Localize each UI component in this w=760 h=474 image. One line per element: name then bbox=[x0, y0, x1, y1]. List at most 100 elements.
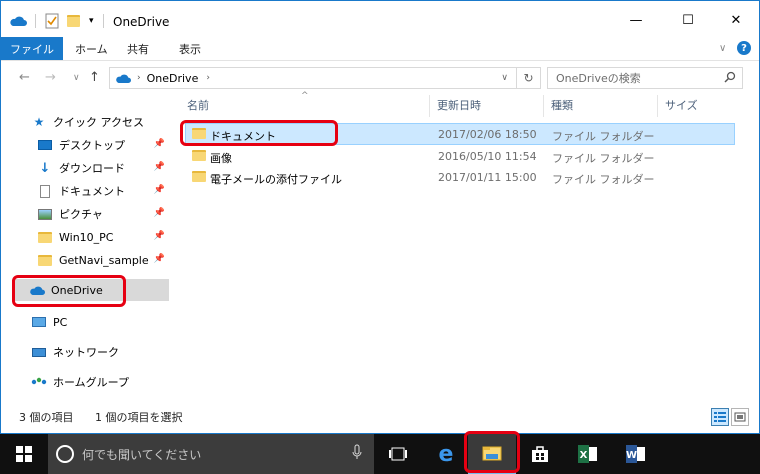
tab-file[interactable]: ファイル bbox=[1, 37, 63, 60]
nav-pinned-downloads[interactable]: ↓ ダウンロード 📌 bbox=[37, 157, 169, 179]
desktop-icon bbox=[37, 137, 53, 153]
help-icon[interactable]: ? bbox=[737, 41, 751, 55]
column-divider[interactable] bbox=[543, 95, 544, 117]
nav-homegroup[interactable]: ホームグループ bbox=[31, 371, 169, 393]
back-arrow-icon[interactable]: ← bbox=[19, 70, 30, 85]
start-button[interactable] bbox=[0, 434, 48, 474]
file-type: ファイル フォルダー bbox=[552, 152, 655, 165]
search-placeholder: OneDriveの検索 bbox=[556, 72, 641, 85]
nav-quick-access-label: クイック アクセス bbox=[53, 116, 144, 129]
tab-share[interactable]: 共有 bbox=[127, 37, 149, 60]
breadcrumb-separator-icon: › bbox=[137, 73, 141, 83]
column-divider[interactable] bbox=[429, 95, 430, 117]
pin-icon[interactable]: 📌 bbox=[154, 162, 165, 172]
nav-pinned-label: GetNavi_sample bbox=[59, 253, 149, 267]
table-row[interactable]: 画像 2016/05/10 11:54 ファイル フォルダー bbox=[185, 146, 735, 168]
column-header-type[interactable]: 種類 bbox=[551, 93, 573, 117]
nav-quick-access[interactable]: ★ クイック アクセス bbox=[31, 111, 169, 133]
excel-icon[interactable]: X bbox=[564, 434, 612, 474]
network-icon bbox=[31, 344, 47, 360]
onedrive-icon bbox=[9, 13, 27, 29]
maximize-button[interactable]: ☐ bbox=[665, 5, 711, 35]
address-history-dropdown-icon[interactable]: ∨ bbox=[501, 73, 508, 83]
svg-text:W: W bbox=[626, 450, 637, 461]
file-type: ファイル フォルダー bbox=[552, 130, 655, 143]
window-title: OneDrive bbox=[113, 15, 170, 29]
address-bar[interactable]: › OneDrive › ∨ bbox=[109, 67, 517, 89]
pin-icon[interactable]: 📌 bbox=[154, 208, 165, 218]
nav-pinned-pictures[interactable]: ピクチャ 📌 bbox=[37, 203, 169, 225]
star-icon: ★ bbox=[33, 115, 45, 129]
breadcrumb-separator-icon[interactable]: › bbox=[206, 73, 210, 83]
breadcrumb-onedrive[interactable]: OneDrive bbox=[147, 72, 199, 85]
svg-text:X: X bbox=[580, 450, 588, 461]
file-name: 画像 bbox=[210, 152, 232, 165]
tab-view[interactable]: 表示 bbox=[179, 37, 201, 60]
table-row[interactable]: 電子メールの添付ファイル 2017/01/11 15:00 ファイル フォルダー bbox=[185, 167, 735, 189]
file-modified: 2017/01/11 15:00 bbox=[438, 171, 537, 184]
nav-network-label: ネットワーク bbox=[53, 346, 119, 359]
file-type: ファイル フォルダー bbox=[552, 173, 655, 186]
sort-indicator-icon: ^ bbox=[301, 91, 309, 101]
search-input[interactable]: OneDriveの検索 bbox=[547, 67, 743, 89]
pin-icon[interactable]: 📌 bbox=[154, 139, 165, 149]
pc-icon bbox=[31, 314, 47, 330]
document-icon bbox=[37, 183, 53, 199]
file-modified: 2017/02/06 18:50 bbox=[438, 128, 537, 141]
homegroup-icon bbox=[31, 374, 47, 390]
nav-pc[interactable]: PC bbox=[31, 311, 169, 333]
separator bbox=[103, 13, 104, 29]
pin-icon[interactable]: 📌 bbox=[154, 254, 165, 264]
column-header-size[interactable]: サイズ bbox=[665, 93, 698, 117]
nav-pinned-label: Win10_PC bbox=[59, 230, 114, 244]
nav-pinned-label: ピクチャ bbox=[59, 208, 103, 221]
navigation-pane: ★ クイック アクセス デスクトップ 📌 ↓ ダウンロード 📌 ドキュメント 📌… bbox=[1, 93, 173, 403]
download-icon: ↓ bbox=[39, 160, 51, 176]
item-count: 3 個の項目 bbox=[19, 411, 74, 424]
task-view-icon[interactable] bbox=[374, 434, 422, 474]
microphone-icon[interactable] bbox=[352, 444, 362, 464]
title-bar: ▾ OneDrive — ☐ ✕ bbox=[1, 1, 759, 37]
highlight-explorer-taskbar bbox=[464, 431, 520, 473]
file-name: 電子メールの添付ファイル bbox=[210, 173, 342, 186]
nav-network[interactable]: ネットワーク bbox=[31, 341, 169, 363]
onedrive-icon bbox=[115, 73, 131, 84]
pin-icon[interactable]: 📌 bbox=[154, 231, 165, 241]
column-divider[interactable] bbox=[657, 95, 658, 117]
pin-icon[interactable]: 📌 bbox=[154, 185, 165, 195]
cortana-icon bbox=[56, 445, 74, 463]
nav-pinned-desktop[interactable]: デスクトップ 📌 bbox=[37, 134, 169, 156]
refresh-button[interactable]: ↻ bbox=[517, 67, 541, 89]
selected-count: 1 個の項目を選択 bbox=[95, 411, 183, 424]
nav-pinned-documents[interactable]: ドキュメント 📌 bbox=[37, 180, 169, 202]
taskbar-search-input[interactable]: 何でも聞いてください bbox=[48, 434, 374, 474]
nav-pinned-label: ダウンロード bbox=[59, 162, 125, 175]
close-button[interactable]: ✕ bbox=[713, 5, 759, 35]
nav-pinned-win10-pc[interactable]: Win10_PC 📌 bbox=[37, 226, 169, 248]
nav-pinned-label: ドキュメント bbox=[59, 185, 125, 198]
forward-arrow-icon[interactable]: → bbox=[45, 70, 56, 85]
column-header-name[interactable]: 名前 bbox=[187, 93, 209, 117]
status-bar: 3 個の項目 1 個の項目を選択 bbox=[1, 405, 759, 429]
details-view-button[interactable] bbox=[711, 408, 729, 426]
customize-qa-dropdown-icon[interactable]: ▾ bbox=[89, 13, 94, 29]
column-header-modified[interactable]: 更新日時 bbox=[437, 93, 481, 117]
vertical-scrollbar[interactable] bbox=[745, 93, 759, 403]
properties-icon[interactable] bbox=[45, 13, 59, 29]
tab-home[interactable]: ホーム bbox=[75, 37, 108, 60]
word-icon[interactable]: W bbox=[612, 434, 660, 474]
new-folder-icon[interactable] bbox=[67, 13, 80, 29]
folder-icon bbox=[37, 229, 53, 245]
expand-ribbon-icon[interactable]: ∨ bbox=[719, 37, 726, 60]
recent-locations-icon[interactable]: ∨ bbox=[73, 73, 80, 83]
nav-pinned-getnavi-sample[interactable]: GetNavi_sample 📌 bbox=[37, 249, 169, 271]
nav-pc-label: PC bbox=[53, 315, 68, 329]
explorer-window: ▾ OneDrive — ☐ ✕ ファイル ホーム 共有 表示 ∨ ? ← → … bbox=[0, 0, 760, 434]
store-icon[interactable] bbox=[516, 434, 564, 474]
address-row: ← → ∨ ↑ › OneDrive › ∨ ↻ OneDriveの検索 bbox=[1, 63, 759, 93]
up-arrow-icon[interactable]: ↑ bbox=[89, 70, 100, 85]
minimize-button[interactable]: — bbox=[613, 5, 659, 35]
edge-icon[interactable]: e bbox=[422, 434, 470, 474]
nav-homegroup-label: ホームグループ bbox=[53, 376, 130, 389]
large-icons-view-button[interactable] bbox=[731, 408, 749, 426]
